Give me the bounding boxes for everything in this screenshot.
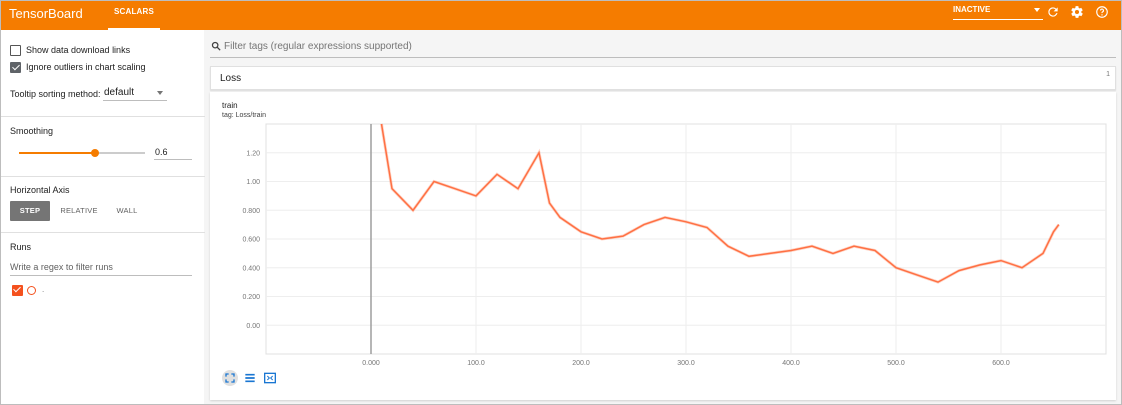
run-status-value: INACTIVE xyxy=(953,5,991,14)
tab-scalars[interactable]: SCALARS xyxy=(108,1,160,30)
tab-scalars-label: SCALARS xyxy=(113,7,155,16)
expand-chart-button[interactable] xyxy=(222,370,238,386)
chart-card: train tag: Loss/train 0.00 0.200 0.400 0.60… xyxy=(210,92,1116,400)
y-tick-label: 0.200 xyxy=(242,294,260,301)
y-tick-label: 0.600 xyxy=(242,237,260,244)
show-download-label: Show data download links xyxy=(26,45,131,55)
app-title: TensorBoard xyxy=(9,6,83,21)
search-icon xyxy=(211,41,221,51)
tooltip-sort-select[interactable]: default xyxy=(103,85,167,101)
series-line xyxy=(380,123,1060,283)
slider-fill xyxy=(19,152,95,154)
settings-icon[interactable] xyxy=(1070,5,1084,19)
category-header[interactable]: Loss 1 xyxy=(210,66,1116,90)
refresh-icon[interactable] xyxy=(1046,5,1060,19)
y-tick-label: 0.800 xyxy=(242,208,260,215)
category-title: Loss xyxy=(220,73,242,84)
slider-thumb[interactable] xyxy=(90,149,99,157)
x-tick-label: 200.0 xyxy=(572,360,590,367)
tag-filter-placeholder: Filter tags (regular expressions support… xyxy=(224,41,412,52)
y-tick-label: 0.00 xyxy=(246,323,260,330)
caret-down-icon xyxy=(157,91,163,95)
sidebar: Show data download links Ignore outliers… xyxy=(0,30,205,405)
tooltip-sort-value: default xyxy=(104,87,135,98)
x-tick-label: 600.0 xyxy=(992,360,1010,367)
run-status-select[interactable]: INACTIVE xyxy=(953,4,1043,20)
x-tick-label: 400.0 xyxy=(782,360,800,367)
smoothing-label: Smoothing xyxy=(10,126,54,136)
horizontal-axis-label: Horizontal Axis xyxy=(10,185,70,195)
loss-chart[interactable]: 0.00 0.200 0.400 0.600 0.800 1.00 1.20 0.000 100… xyxy=(210,92,1116,367)
smoothing-slider[interactable] xyxy=(19,149,145,157)
y-tick-label: 1.20 xyxy=(246,150,260,157)
axis-step-button[interactable]: STEP xyxy=(10,201,50,221)
x-tick-label: 500.0 xyxy=(887,360,905,367)
run-color-icon[interactable] xyxy=(27,286,36,295)
series-raw-line xyxy=(380,123,1061,284)
runs-filter-placeholder: Write a regex to filter runs xyxy=(10,262,113,272)
show-download-checkbox[interactable] xyxy=(10,45,21,56)
run-checkbox[interactable] xyxy=(12,285,23,296)
axis-wall-button[interactable]: WALL xyxy=(107,201,147,221)
run-name: . xyxy=(42,285,45,294)
main-panel: Filter tags (regular expressions support… xyxy=(204,30,1122,405)
caret-down-icon xyxy=(1034,8,1040,12)
y-tick-label: 1.00 xyxy=(246,179,260,186)
fit-domain-button[interactable] xyxy=(262,370,278,386)
x-tick-label: 300.0 xyxy=(677,360,695,367)
runs-filter-input[interactable]: Write a regex to filter runs xyxy=(10,259,192,276)
x-tick-label: 100.0 xyxy=(467,360,485,367)
category-count: 1 xyxy=(1106,71,1110,78)
x-tick-label: 0.000 xyxy=(362,360,380,367)
toggle-log-scale-button[interactable] xyxy=(242,370,258,386)
y-tick-label: 0.400 xyxy=(242,265,260,272)
tooltip-sort-label: Tooltip sorting method: xyxy=(10,89,101,99)
top-app-bar: TensorBoard SCALARS INACTIVE xyxy=(0,0,1122,30)
runs-label: Runs xyxy=(10,242,32,252)
smoothing-value: 0.6 xyxy=(155,147,168,157)
fullscreen-icon xyxy=(225,373,235,383)
ignore-outliers-checkbox[interactable] xyxy=(10,62,21,73)
divider xyxy=(1,232,205,233)
list-icon xyxy=(245,373,255,383)
tag-filter-input[interactable]: Filter tags (regular expressions support… xyxy=(210,38,1116,58)
ignore-outliers-label: Ignore outliers in chart scaling xyxy=(26,62,146,72)
help-icon[interactable] xyxy=(1095,5,1109,19)
divider xyxy=(1,176,205,177)
fit-domain-icon xyxy=(264,372,276,384)
divider xyxy=(1,116,205,117)
smoothing-input[interactable]: 0.6 xyxy=(154,145,192,160)
axis-relative-button[interactable]: RELATIVE xyxy=(53,201,105,221)
